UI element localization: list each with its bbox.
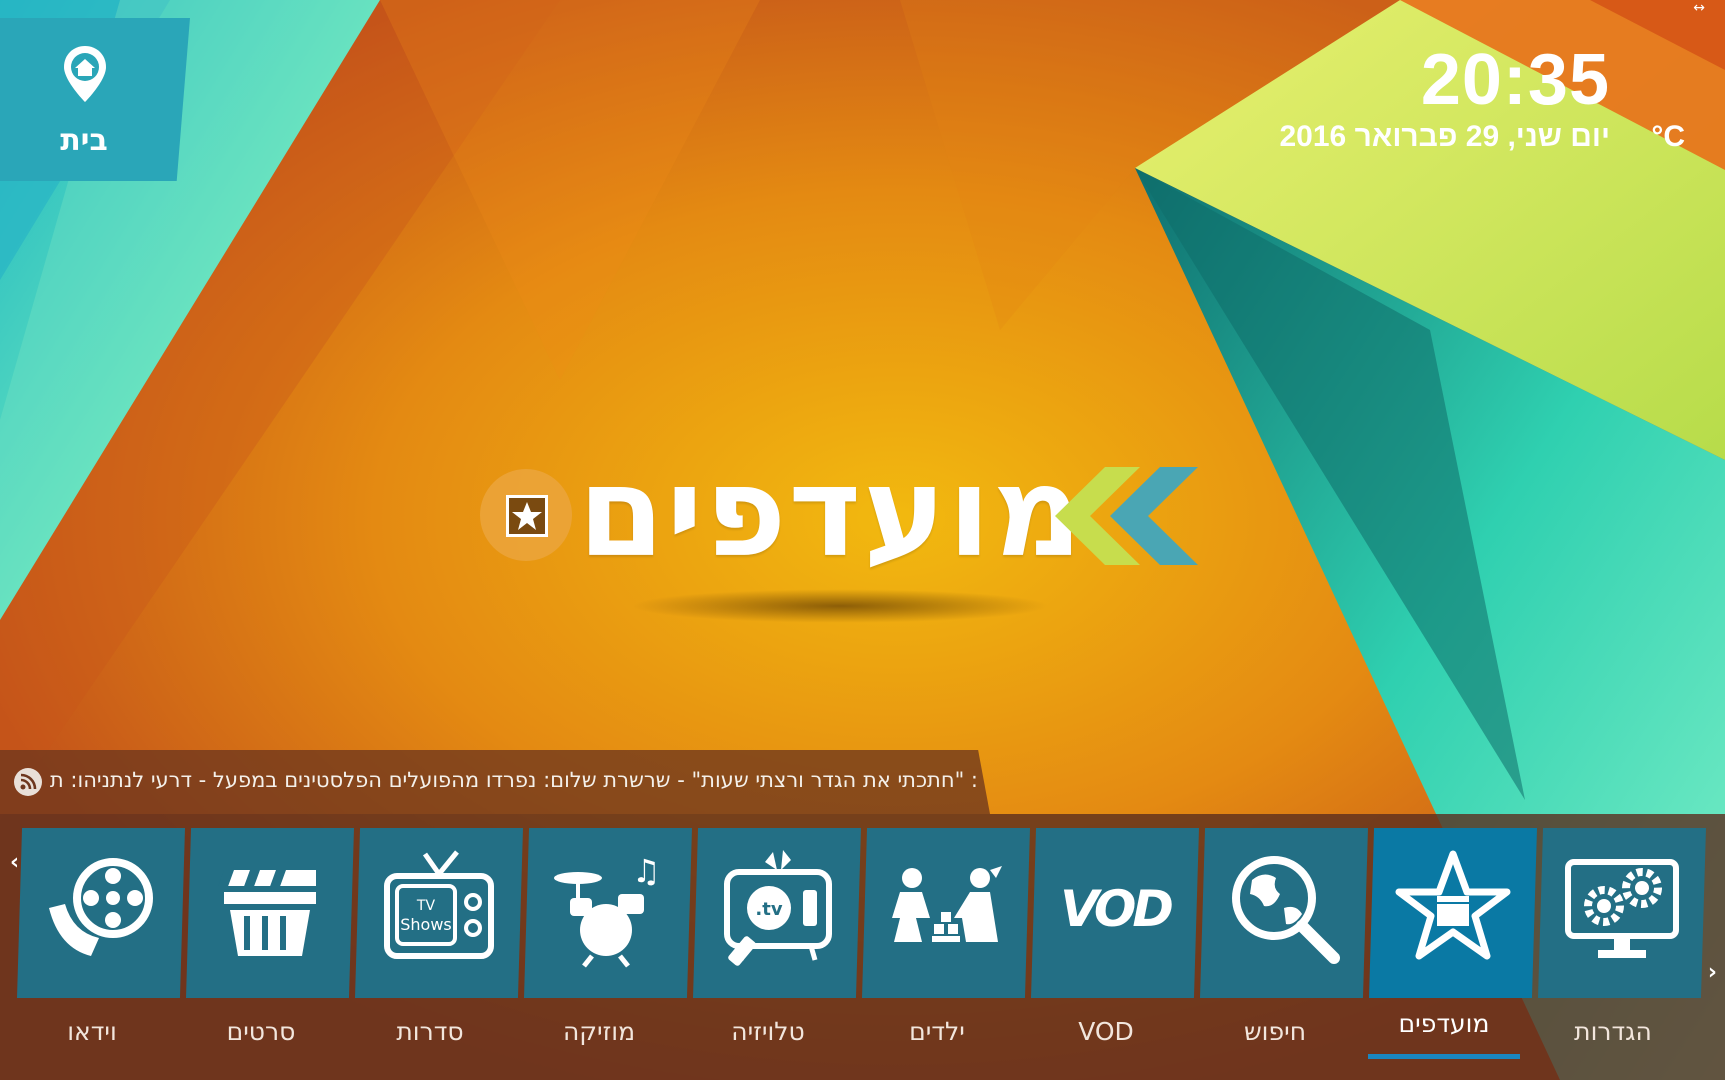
selected-underline — [1368, 1054, 1520, 1059]
menu-tile-vod[interactable]: VOD — [1031, 828, 1199, 998]
globe-search-icon — [1232, 856, 1340, 964]
home-button[interactable]: בית — [0, 18, 190, 181]
rss-ticker[interactable]: : "חתכתי את הגדר ורצתי שעות" - שרשרת שלו… — [0, 750, 990, 814]
drums-icon: ♫ — [554, 852, 661, 968]
resize-icon[interactable]: ↔ — [1693, 0, 1705, 16]
menu-tile-search[interactable] — [1200, 828, 1368, 998]
chevrons-icon — [1055, 467, 1198, 565]
temperature-readout: °C — [1651, 120, 1685, 153]
clock-date: יום שני, 29 פברואר 2016 — [1279, 120, 1610, 153]
vod-icon: VOD — [1060, 880, 1175, 938]
svg-text:TV: TV — [416, 898, 436, 914]
svg-text:♫: ♫ — [632, 852, 661, 890]
svg-text:.tv: .tv — [755, 899, 782, 920]
star-clapper-icon — [1395, 850, 1511, 960]
menu-label-movies: סרטים — [226, 1017, 296, 1046]
kids-icon — [892, 866, 1002, 942]
section-title: מועדפים — [480, 441, 1210, 623]
page-title: מועדפים — [578, 441, 1085, 585]
menu-label-tv: טלויזיה — [731, 1017, 805, 1046]
film-reel-icon — [49, 858, 153, 956]
menu-tile-kids[interactable] — [862, 828, 1030, 998]
menu-label-favorites: מועדפים — [1398, 1009, 1490, 1038]
clock-time: 20:35 — [1420, 40, 1610, 120]
menu-tile-video[interactable] — [17, 828, 185, 998]
menu-tile-music[interactable]: ♫ — [524, 828, 692, 998]
menu-tile-settings[interactable] — [1538, 828, 1706, 998]
settings-monitor-icon — [1565, 859, 1679, 958]
tv-shows-icon: TV Shows — [384, 850, 494, 959]
chevron-left-icon[interactable]: ‹ — [10, 850, 19, 875]
ticker-text: : "חתכתי את הגדר ורצתי שעות" - שרשרת שלו… — [48, 768, 978, 792]
main-menu: ‹ › וידאו סרטים TV Shows סדרות ♫ מוזיקה … — [0, 814, 1725, 1080]
menu-label-music: מוזיקה — [562, 1017, 636, 1046]
svg-text:Shows: Shows — [400, 915, 452, 934]
menu-tile-favorites[interactable] — [1369, 828, 1537, 998]
menu-label-series: סדרות — [396, 1017, 464, 1046]
menu-label-video: וידאו — [67, 1017, 117, 1046]
star-icon — [506, 495, 548, 537]
svg-text:VOD: VOD — [1060, 880, 1172, 938]
tv-remote-icon: .tv — [724, 850, 832, 966]
menu-tile-tv[interactable]: .tv — [693, 828, 861, 998]
title-shadow — [630, 589, 1050, 623]
clock-widget: 20:35 יום שני, 29 פברואר 2016 — [1279, 40, 1610, 154]
home-label: בית — [60, 123, 108, 158]
menu-label-search: חיפוש — [1243, 1017, 1307, 1046]
menu-label-vod: VOD — [1078, 1017, 1134, 1046]
rss-icon — [14, 768, 42, 796]
menu-label-kids: ילדים — [909, 1017, 965, 1046]
screen: בית 20:35 יום שני, 29 פברואר 2016 °C ↔ מ… — [0, 0, 1725, 1080]
chevron-right-icon[interactable]: › — [1708, 960, 1717, 985]
menu-tile-series[interactable]: TV Shows — [355, 828, 523, 998]
home-pin-icon — [64, 46, 106, 102]
clapperboard-icon — [218, 870, 316, 956]
menu-tile-movies[interactable] — [186, 828, 354, 998]
menu-label-settings: הגדרות — [1574, 1017, 1652, 1046]
